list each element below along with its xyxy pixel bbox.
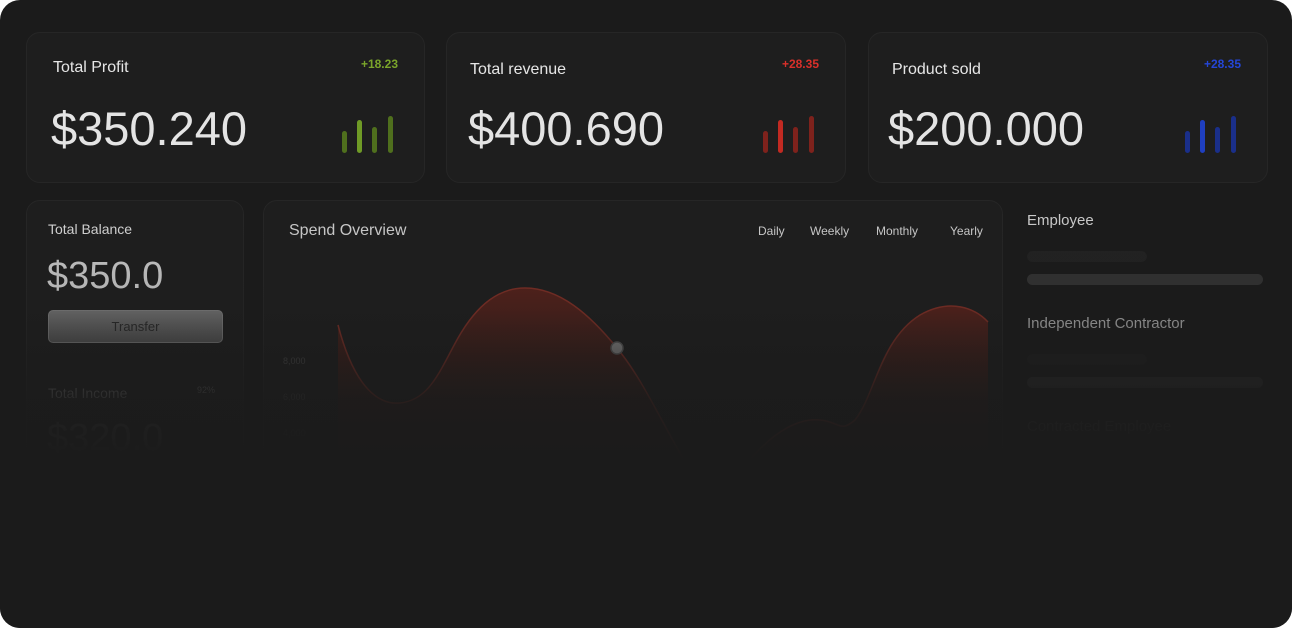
y-tick-label: 4,000: [283, 428, 306, 438]
contractor-section-title: Independent Contractor: [1027, 315, 1185, 332]
spend-area: [338, 288, 690, 500]
y-tick-label: 6,000: [283, 392, 306, 402]
spend-chart: 8,000 6,000 4,000: [283, 287, 989, 500]
dashboard-frame: Total Profit +18.23 $350.240 Total reven…: [0, 0, 1292, 628]
contractor-progress-bar: [1027, 377, 1263, 388]
employee-section-title: Employee: [1027, 212, 1094, 229]
chart-hover-point[interactable]: [610, 341, 624, 355]
spend-area-right: [750, 306, 988, 500]
contracted-section-title: Contracted Employee: [1027, 418, 1172, 435]
employee-progress-bar: [1027, 274, 1263, 285]
employee-placeholder-bar: [1027, 251, 1147, 262]
y-tick-label: 8,000: [283, 356, 306, 366]
contractor-placeholder-bar: [1027, 354, 1147, 365]
